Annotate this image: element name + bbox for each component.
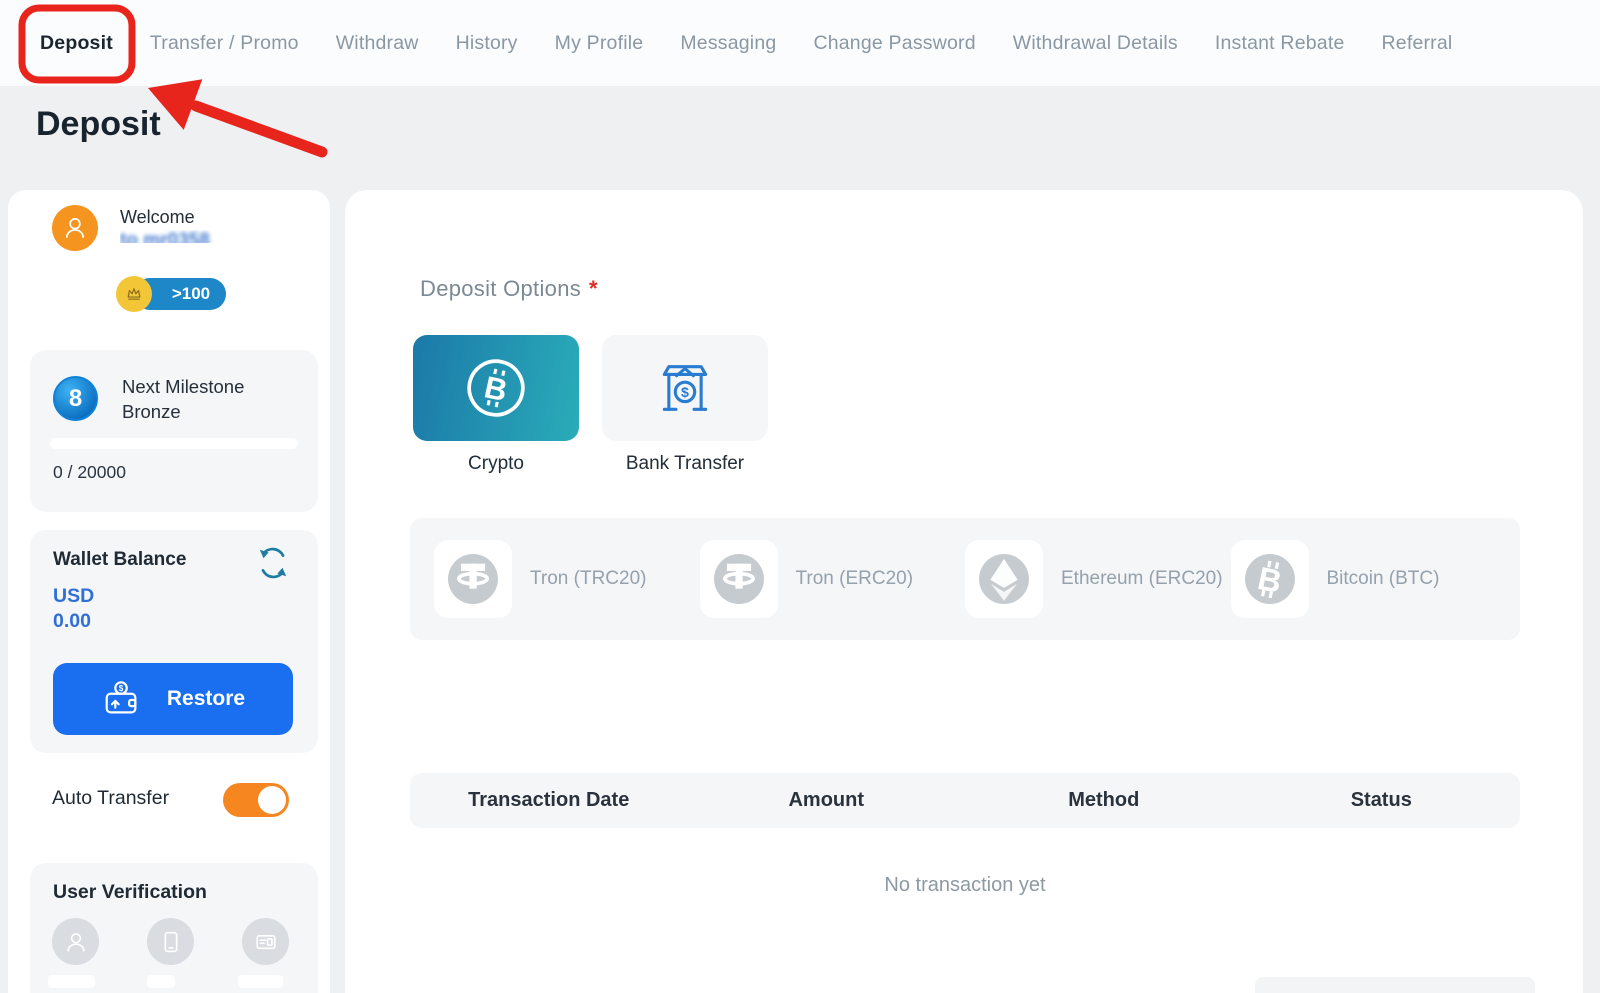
bitcoin-icon: B: [1231, 540, 1309, 618]
svg-text:$: $: [119, 684, 124, 693]
tab-referral[interactable]: Referral: [1382, 32, 1453, 55]
id-card-verification-icon[interactable]: [242, 918, 289, 965]
required-asterisk: *: [589, 276, 598, 301]
mobile-verification-icon[interactable]: [147, 918, 194, 965]
milestone-label: Next Milestone Bronze: [122, 374, 244, 424]
tab-withdraw[interactable]: Withdraw: [336, 32, 419, 55]
svg-text:$: $: [681, 385, 689, 401]
wallet-currency: USD: [53, 585, 94, 608]
verification-label-cutoff: [48, 975, 95, 988]
person-icon: [60, 213, 90, 243]
milestone-tier: Bronze: [122, 399, 244, 424]
auto-transfer-label: Auto Transfer: [52, 787, 169, 810]
wallet-amount: 0.00: [53, 610, 91, 633]
col-status: Status: [1243, 789, 1521, 812]
tab-transfer-promo[interactable]: Transfer / Promo: [150, 32, 299, 55]
deposit-options-label: Deposit Options*: [420, 276, 598, 302]
tab-history[interactable]: History: [456, 32, 518, 55]
col-amount: Amount: [688, 789, 966, 812]
crypto-option-label: Crypto: [413, 453, 579, 475]
annotation-arrow: [148, 79, 322, 152]
tether-icon: [700, 540, 778, 618]
top-navigation: Deposit Transfer / Promo Withdraw Histor…: [0, 0, 1600, 86]
verification-label-cutoff: [238, 975, 283, 988]
crown-icon: [116, 276, 152, 312]
page-title: Deposit: [36, 105, 161, 144]
tab-change-password[interactable]: Change Password: [813, 32, 975, 55]
tab-instant-rebate[interactable]: Instant Rebate: [1215, 32, 1345, 55]
bank-icon: $: [654, 357, 716, 419]
bank-transfer-option-label: Bank Transfer: [602, 453, 768, 475]
currency-tron-erc20[interactable]: Tron (ERC20): [700, 540, 966, 618]
deposit-option-crypto[interactable]: B: [413, 335, 579, 441]
welcome-greeting: Welcome: [120, 207, 195, 228]
tab-messaging[interactable]: Messaging: [680, 32, 776, 55]
wallet-icon: $: [101, 678, 143, 720]
milestone-card: 8 Next Milestone Bronze 0 / 20000: [30, 350, 318, 512]
empty-transactions-message: No transaction yet: [410, 874, 1520, 897]
col-transaction-date: Transaction Date: [410, 789, 688, 812]
username-masked: to mr0358: [120, 230, 270, 243]
milestone-progress-bar: [50, 438, 298, 449]
currency-ethereum-erc20[interactable]: Ethereum (ERC20): [965, 540, 1231, 618]
col-method: Method: [965, 789, 1243, 812]
identity-verification-icon[interactable]: [52, 918, 99, 965]
tab-withdrawal-details[interactable]: Withdrawal Details: [1013, 32, 1178, 55]
currency-bitcoin-btc[interactable]: B Bitcoin (BTC): [1231, 540, 1497, 618]
wallet-balance-label: Wallet Balance: [53, 549, 186, 571]
milestone-progress-text: 0 / 20000: [53, 462, 126, 483]
tether-icon: [434, 540, 512, 618]
ethereum-icon: [965, 540, 1043, 618]
avatar: [52, 205, 98, 251]
bitcoin-icon: B: [463, 355, 529, 421]
active-tab-underline: [38, 77, 116, 81]
verification-label-cutoff: [147, 975, 175, 988]
coin-icon: 8: [53, 376, 98, 421]
transactions-table-header: Transaction Date Amount Method Status: [410, 773, 1520, 828]
auto-transfer-toggle[interactable]: [223, 783, 289, 817]
user-verification-label: User Verification: [53, 881, 207, 904]
refresh-icon[interactable]: [254, 544, 292, 582]
crypto-currency-list: Tron (TRC20) Tron (ERC20): [410, 518, 1520, 640]
tab-deposit[interactable]: Deposit: [40, 32, 113, 55]
wallet-card: Wallet Balance USD 0.00 $ Restore: [30, 530, 318, 753]
currency-tron-trc20[interactable]: Tron (TRC20): [434, 540, 700, 618]
toggle-knob: [258, 786, 286, 814]
main-panel: Deposit Options* B Crypto $ Bank Transfe…: [345, 190, 1583, 993]
partial-element-cutoff: [1255, 977, 1535, 993]
tab-my-profile[interactable]: My Profile: [555, 32, 644, 55]
restore-button[interactable]: $ Restore: [53, 663, 293, 735]
user-verification-card: User Verification: [30, 863, 318, 993]
sidebar: Welcome to mr0358 >100 8 Next Milestone …: [8, 190, 330, 993]
tab-deposit-label: Deposit: [40, 32, 113, 54]
restore-label: Restore: [167, 687, 245, 711]
deposit-option-bank-transfer[interactable]: $: [602, 335, 768, 441]
